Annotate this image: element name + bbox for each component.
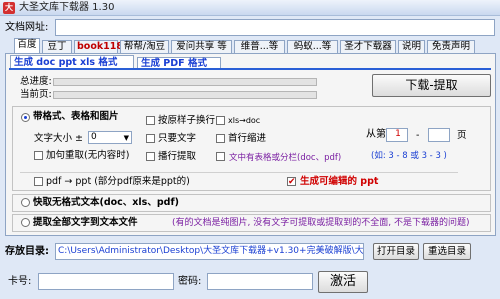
subtab-doc-ppt-xls[interactable]: 生成 doc ppt xls 格式 [10,55,134,69]
reselect-directory-button[interactable]: 重选目录 [423,243,471,260]
columns-note-label: 文中有表格或分栏(doc、pdf) [229,153,342,163]
tab-weipu[interactable]: 维普...等 [234,40,285,54]
tab-iask[interactable]: 爱问共享 等 [171,40,232,54]
extract-all-text-radio[interactable] [21,218,30,227]
total-progress-bar [53,78,317,86]
tab-mayi[interactable]: 蚂蚁...等 [287,40,338,54]
xls-to-doc-checkbox[interactable] [216,116,225,125]
font-size-value: 0 [91,132,97,142]
tab-shengcai[interactable]: 圣才下载器 [340,40,396,54]
download-extract-button[interactable]: 下载-提取 [372,74,491,97]
pdf-to-ppt-label: pdf → ppt (部分pdf原来是ppt的) [46,176,190,187]
bold-add-label: 加句重取(无内容时) [46,150,130,161]
password-label: 密码: [178,276,202,287]
current-page-bar [53,91,317,99]
text-only-checkbox[interactable] [146,134,155,143]
card-number-label: 卡号: [8,276,32,287]
editable-ppt-checkbox[interactable]: ✔ [287,177,296,187]
with-format-radio[interactable] [21,113,30,122]
tab-book118[interactable]: book118 [74,40,123,54]
bold-add-checkbox[interactable] [34,151,43,160]
fast-no-format-radio[interactable] [21,198,30,207]
first-indent-label: 首行缩进 [228,133,267,144]
card-number-input[interactable] [38,273,174,290]
page-range-dash: - [416,130,420,141]
activate-button[interactable]: 激活 [318,271,368,293]
save-path-label: 存放目录: [5,246,49,257]
xls-to-doc-label: xls→doc [228,116,261,125]
by-original-wrap-label: 按原样子换行 [158,115,216,126]
save-path-input[interactable]: C:\Users\Administrator\Desktop\大圣文库下载器+v… [55,243,364,260]
font-size-select[interactable]: 0 ▼ [88,131,132,144]
to-page-input[interactable] [428,128,450,142]
tab-disclaimer[interactable]: 免责声明 [427,40,475,54]
window-title: 大圣文库下载器 1.30 [19,2,115,13]
editable-ppt-label: 生成可编辑的 ppt [300,176,379,187]
with-format-label: 带格式、表格和图片 [33,111,119,122]
text-only-label: 只要文字 [158,133,197,144]
subtab-underline [9,68,491,70]
url-input[interactable] [55,19,495,36]
extract-all-text-label: 提取全部文字到文本文件 [33,217,138,228]
fast-no-format-label: 快取无格式文本(doc、xls、pdf) [33,197,179,208]
current-page-label: 当前页: [20,89,52,100]
by-original-wrap-checkbox[interactable] [146,116,155,125]
image-document-note: (有的文档是纯图片, 没有文字可提取或提取到的不全面, 不是下载器的问题) [172,218,470,228]
page-unit-label: 页 [457,130,467,141]
password-input[interactable] [207,273,313,290]
first-indent-checkbox[interactable] [216,134,225,143]
page-range-hint: (如: 3 - 8 或 3 - 3 ) [371,151,447,161]
open-directory-button[interactable]: 打开目录 [373,243,419,260]
chevron-down-icon: ▼ [123,134,129,142]
app-icon: 大 [3,2,15,14]
from-page-input[interactable]: 1 [386,128,408,142]
font-size-label: 文字大小 ± [34,133,83,144]
tab-instructions[interactable]: 说明 [398,40,425,54]
tab-docin[interactable]: 豆丁 [42,40,72,54]
from-page-label: 从第 [366,129,386,140]
tab-baidu[interactable]: 百度 [14,38,40,54]
url-label: 文档网址: [5,22,49,33]
chapter-extract-checkbox[interactable] [146,152,155,161]
total-progress-label: 总进度: [20,76,52,87]
pdf-to-ppt-checkbox[interactable] [34,177,43,186]
chapter-extract-label: 播行提取 [158,151,197,162]
columns-checkbox[interactable] [216,152,225,161]
tab-bangbang-taodou[interactable]: 帮帮/淘豆 [120,40,169,54]
